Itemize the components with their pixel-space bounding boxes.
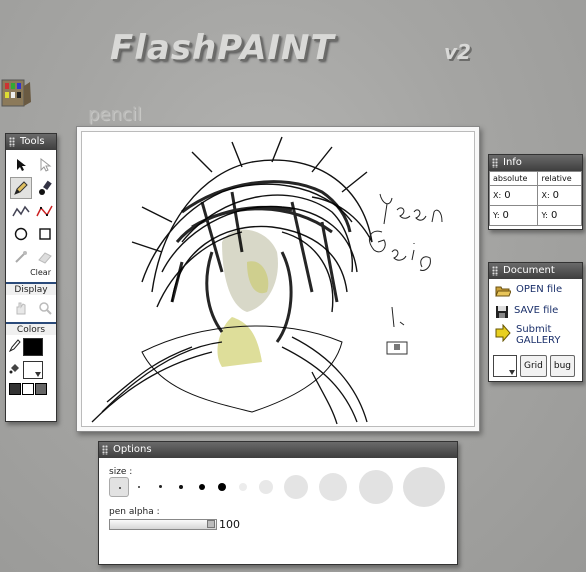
pencil-tool[interactable] <box>10 177 32 199</box>
info-panel-header[interactable]: Info <box>489 155 582 171</box>
background-color-swatch[interactable] <box>493 355 517 377</box>
brush-size-1[interactable] <box>109 477 129 497</box>
curve-tool[interactable] <box>34 200 56 222</box>
relative-y: Y: 0 <box>537 205 582 226</box>
stroke-color-swatch[interactable] <box>23 337 43 356</box>
rectangle-icon <box>39 228 51 240</box>
options-panel-header[interactable]: Options <box>99 442 457 458</box>
brush-size-11[interactable] <box>359 470 393 504</box>
drag-grip-icon[interactable] <box>9 137 15 147</box>
app-title: FlashPAINT <box>110 28 335 68</box>
drag-grip-icon[interactable] <box>102 445 108 455</box>
absolute-y: Y: 0 <box>488 205 539 226</box>
dropper-icon <box>15 251 27 263</box>
clear-button[interactable]: Clear <box>6 268 56 279</box>
brush-size-6[interactable] <box>218 483 226 491</box>
brush-size-7[interactable] <box>239 483 247 491</box>
relative-x: X: 0 <box>537 185 582 206</box>
stroke-pencil-icon <box>8 337 21 356</box>
pen-alpha-label: pen alpha : <box>109 507 160 517</box>
circle-tool[interactable] <box>10 223 32 245</box>
dropper-tool[interactable] <box>10 246 32 268</box>
colors-section-label: Colors <box>6 322 56 335</box>
current-tool-caption: pencil <box>88 104 142 125</box>
pen-alpha-slider[interactable] <box>109 519 217 530</box>
brush-icon <box>39 180 52 195</box>
fill-color-swatch[interactable] <box>23 360 43 379</box>
document-panel: Document OPEN file SAVE file Submit GALL… <box>488 262 583 382</box>
arrow-select-tool[interactable] <box>10 154 32 176</box>
brush-tool[interactable] <box>34 177 56 199</box>
grid-button[interactable]: Grid <box>520 355 547 377</box>
direct-select-tool[interactable] <box>34 154 56 176</box>
open-file-button[interactable]: OPEN file <box>489 279 582 297</box>
save-file-button[interactable]: SAVE file <box>489 297 582 319</box>
drawing-artwork <box>91 136 443 425</box>
hand-icon <box>16 302 26 315</box>
relative-column-header: relative <box>537 171 582 186</box>
floppy-disk-icon <box>496 306 508 318</box>
pen-alpha-value: 100 <box>219 518 240 531</box>
chevron-down-icon <box>509 370 515 375</box>
absolute-column-header: absolute <box>488 171 539 186</box>
no-color-icon[interactable] <box>22 383 34 395</box>
info-panel-title: Info <box>503 157 522 168</box>
brush-size-9[interactable] <box>284 475 308 499</box>
document-panel-title: Document <box>503 265 555 276</box>
canvas-frame <box>76 126 480 432</box>
coordinates-table: absolute relative X: 0 X: 0 Y: 0 Y: 0 <box>488 171 582 226</box>
options-panel: Options size : pen alpha : 100 <box>98 441 458 565</box>
eraser-icon <box>38 252 52 264</box>
bug-button[interactable]: bug <box>549 355 576 377</box>
polyline-tool[interactable] <box>10 200 32 222</box>
rectangle-tool[interactable] <box>34 223 56 245</box>
tools-panel-header[interactable]: Tools <box>6 134 56 150</box>
magnifier-icon <box>39 302 52 315</box>
info-panel: Info absolute relative X: 0 X: 0 Y: 0 Y: 0 <box>488 154 583 230</box>
direct-select-icon <box>40 158 52 172</box>
absolute-x: X: 0 <box>488 185 539 206</box>
default-colors-icon[interactable] <box>9 383 21 395</box>
size-label: size : <box>109 467 133 477</box>
palette-logo-icon <box>0 76 32 114</box>
options-panel-title: Options <box>113 444 152 455</box>
submit-gallery-button[interactable]: Submit GALLERY <box>489 319 582 346</box>
document-panel-header[interactable]: Document <box>489 263 582 279</box>
tools-panel-title: Tools <box>20 136 45 147</box>
display-section-label: Display <box>6 282 56 295</box>
drag-grip-icon[interactable] <box>492 266 498 276</box>
curve-icon <box>36 205 53 217</box>
brush-size-2[interactable] <box>138 486 140 488</box>
tools-panel: Tools Clear Display Colors <box>5 133 57 422</box>
brush-size-8[interactable] <box>259 480 273 494</box>
drawing-canvas[interactable] <box>81 131 475 427</box>
brush-size-4[interactable] <box>179 485 183 489</box>
fill-bucket-icon <box>9 360 21 379</box>
polyline-icon <box>12 205 30 217</box>
hand-tool[interactable] <box>10 297 32 319</box>
open-folder-icon <box>495 286 511 297</box>
arrow-select-icon <box>17 159 26 171</box>
arrow-right-icon <box>495 324 511 342</box>
app-version: v2 <box>444 40 471 64</box>
brush-size-10[interactable] <box>319 473 347 501</box>
drag-grip-icon[interactable] <box>492 158 498 168</box>
eraser-tool[interactable] <box>34 246 56 268</box>
brush-size-12[interactable] <box>403 467 445 507</box>
pencil-icon <box>14 181 28 195</box>
swap-colors-icon[interactable] <box>35 383 47 395</box>
brush-size-5[interactable] <box>199 484 205 490</box>
circle-icon <box>14 227 28 241</box>
pen-alpha-slider-thumb[interactable] <box>207 520 215 528</box>
zoom-tool[interactable] <box>34 297 56 319</box>
brush-size-3[interactable] <box>159 485 162 488</box>
